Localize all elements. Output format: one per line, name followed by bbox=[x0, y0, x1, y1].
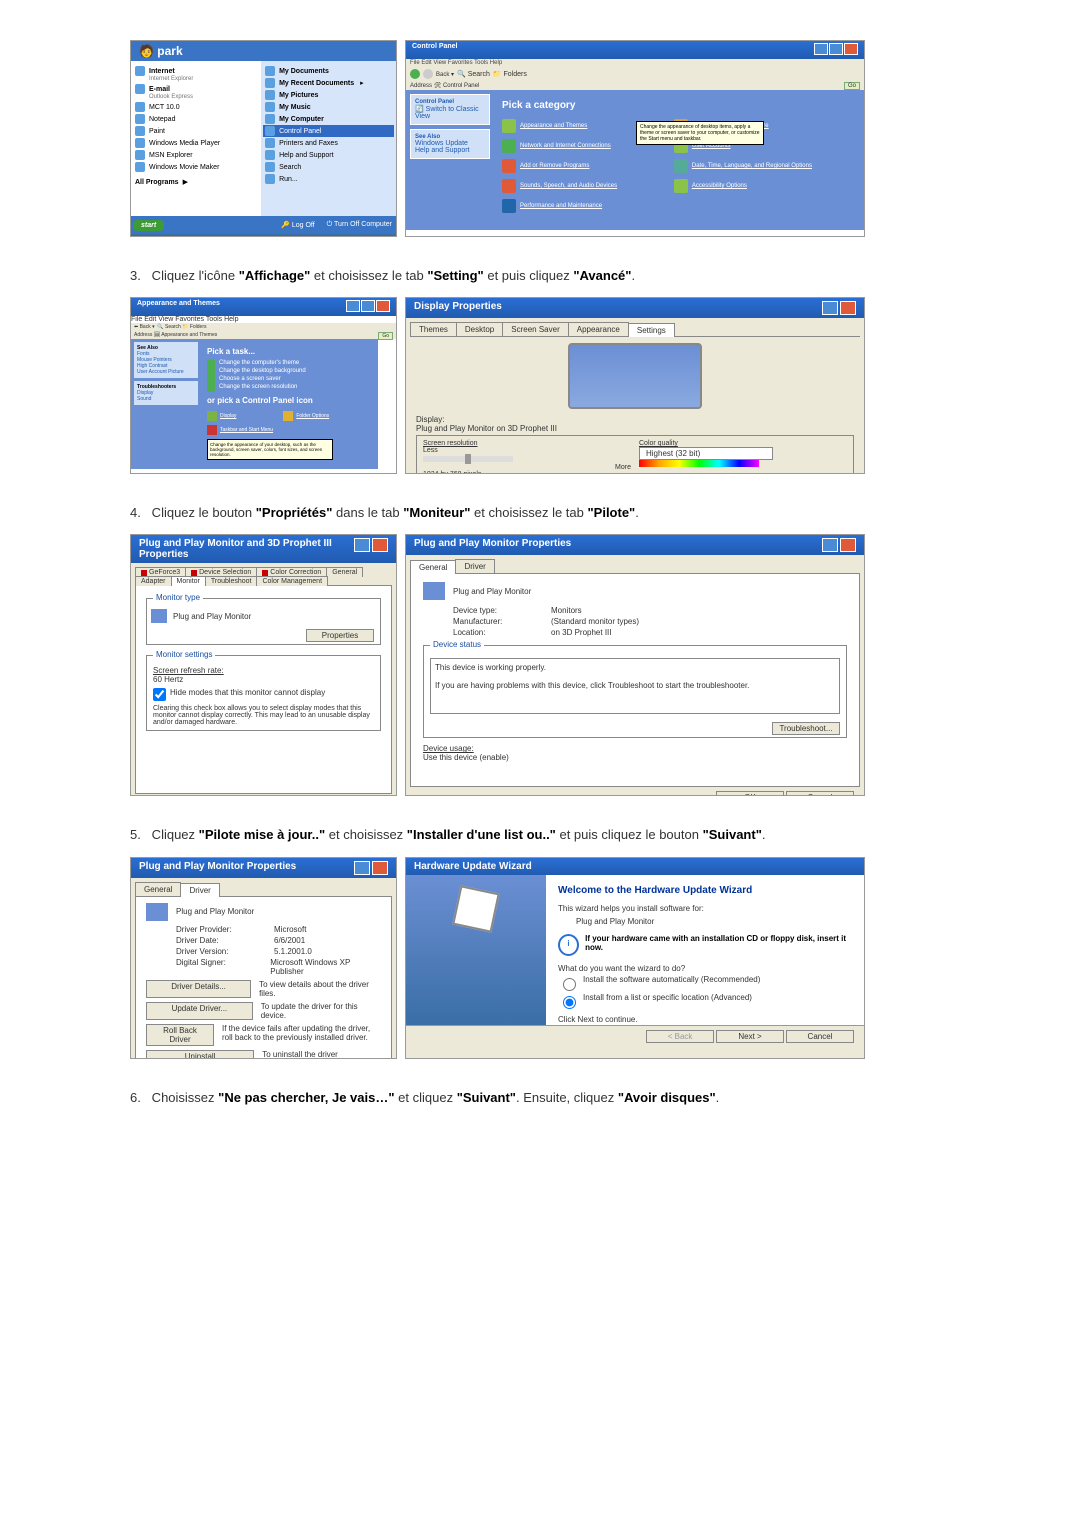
hardware-update-wizard-screenshot: Hardware Update Wizard Welcome to the Ha… bbox=[405, 857, 865, 1059]
monitor-preview-icon bbox=[568, 343, 702, 409]
monitor-properties-general-screenshot: Plug and Play Monitor Properties General… bbox=[405, 534, 865, 796]
next-button[interactable]: Next > bbox=[716, 1030, 784, 1043]
troubleshoot-button[interactable]: Troubleshoot... bbox=[772, 722, 840, 735]
step-4-text: 4. Cliquez le bouton "Propriétés" dans l… bbox=[130, 504, 950, 522]
rollback-driver-button[interactable]: Roll Back Driver bbox=[146, 1024, 214, 1046]
start-menu-screenshot: park Internet Internet Explorer E-mail O… bbox=[130, 40, 397, 237]
update-driver-button[interactable]: Update Driver... bbox=[146, 1002, 253, 1020]
step-5-text: 5. Cliquez "Pilote mise à jour.." et cho… bbox=[130, 826, 950, 844]
control-panel-screenshot: Control Panel File Edit View Favorites T… bbox=[405, 40, 865, 237]
ie-icon bbox=[135, 66, 145, 76]
start-user: park bbox=[131, 41, 396, 61]
category-tooltip: Change the appearance of desktop items, … bbox=[636, 121, 764, 145]
display-properties-screenshot: Display Properties ThemesDesktopScreen S… bbox=[405, 297, 865, 474]
step-6-text: 6. Choisissez "Ne pas chercher, Je vais…… bbox=[130, 1089, 950, 1107]
start-button[interactable]: start bbox=[133, 220, 164, 231]
uninstall-button[interactable]: Uninstall bbox=[146, 1050, 254, 1059]
appearance-themes-screenshot: Appearance and Themes File Edit View Fav… bbox=[130, 297, 397, 474]
driver-details-button[interactable]: Driver Details... bbox=[146, 980, 251, 998]
step-3-text: 3. Cliquez l'icône "Affichage" et choisi… bbox=[130, 267, 950, 285]
properties-button[interactable]: Properties bbox=[306, 629, 374, 642]
advanced-properties-screenshot: Plug and Play Monitor and 3D Prophet III… bbox=[130, 534, 397, 796]
mail-icon bbox=[135, 84, 145, 94]
wizard-icon bbox=[452, 885, 499, 932]
monitor-properties-driver-screenshot: Plug and Play Monitor Properties General… bbox=[130, 857, 397, 1059]
